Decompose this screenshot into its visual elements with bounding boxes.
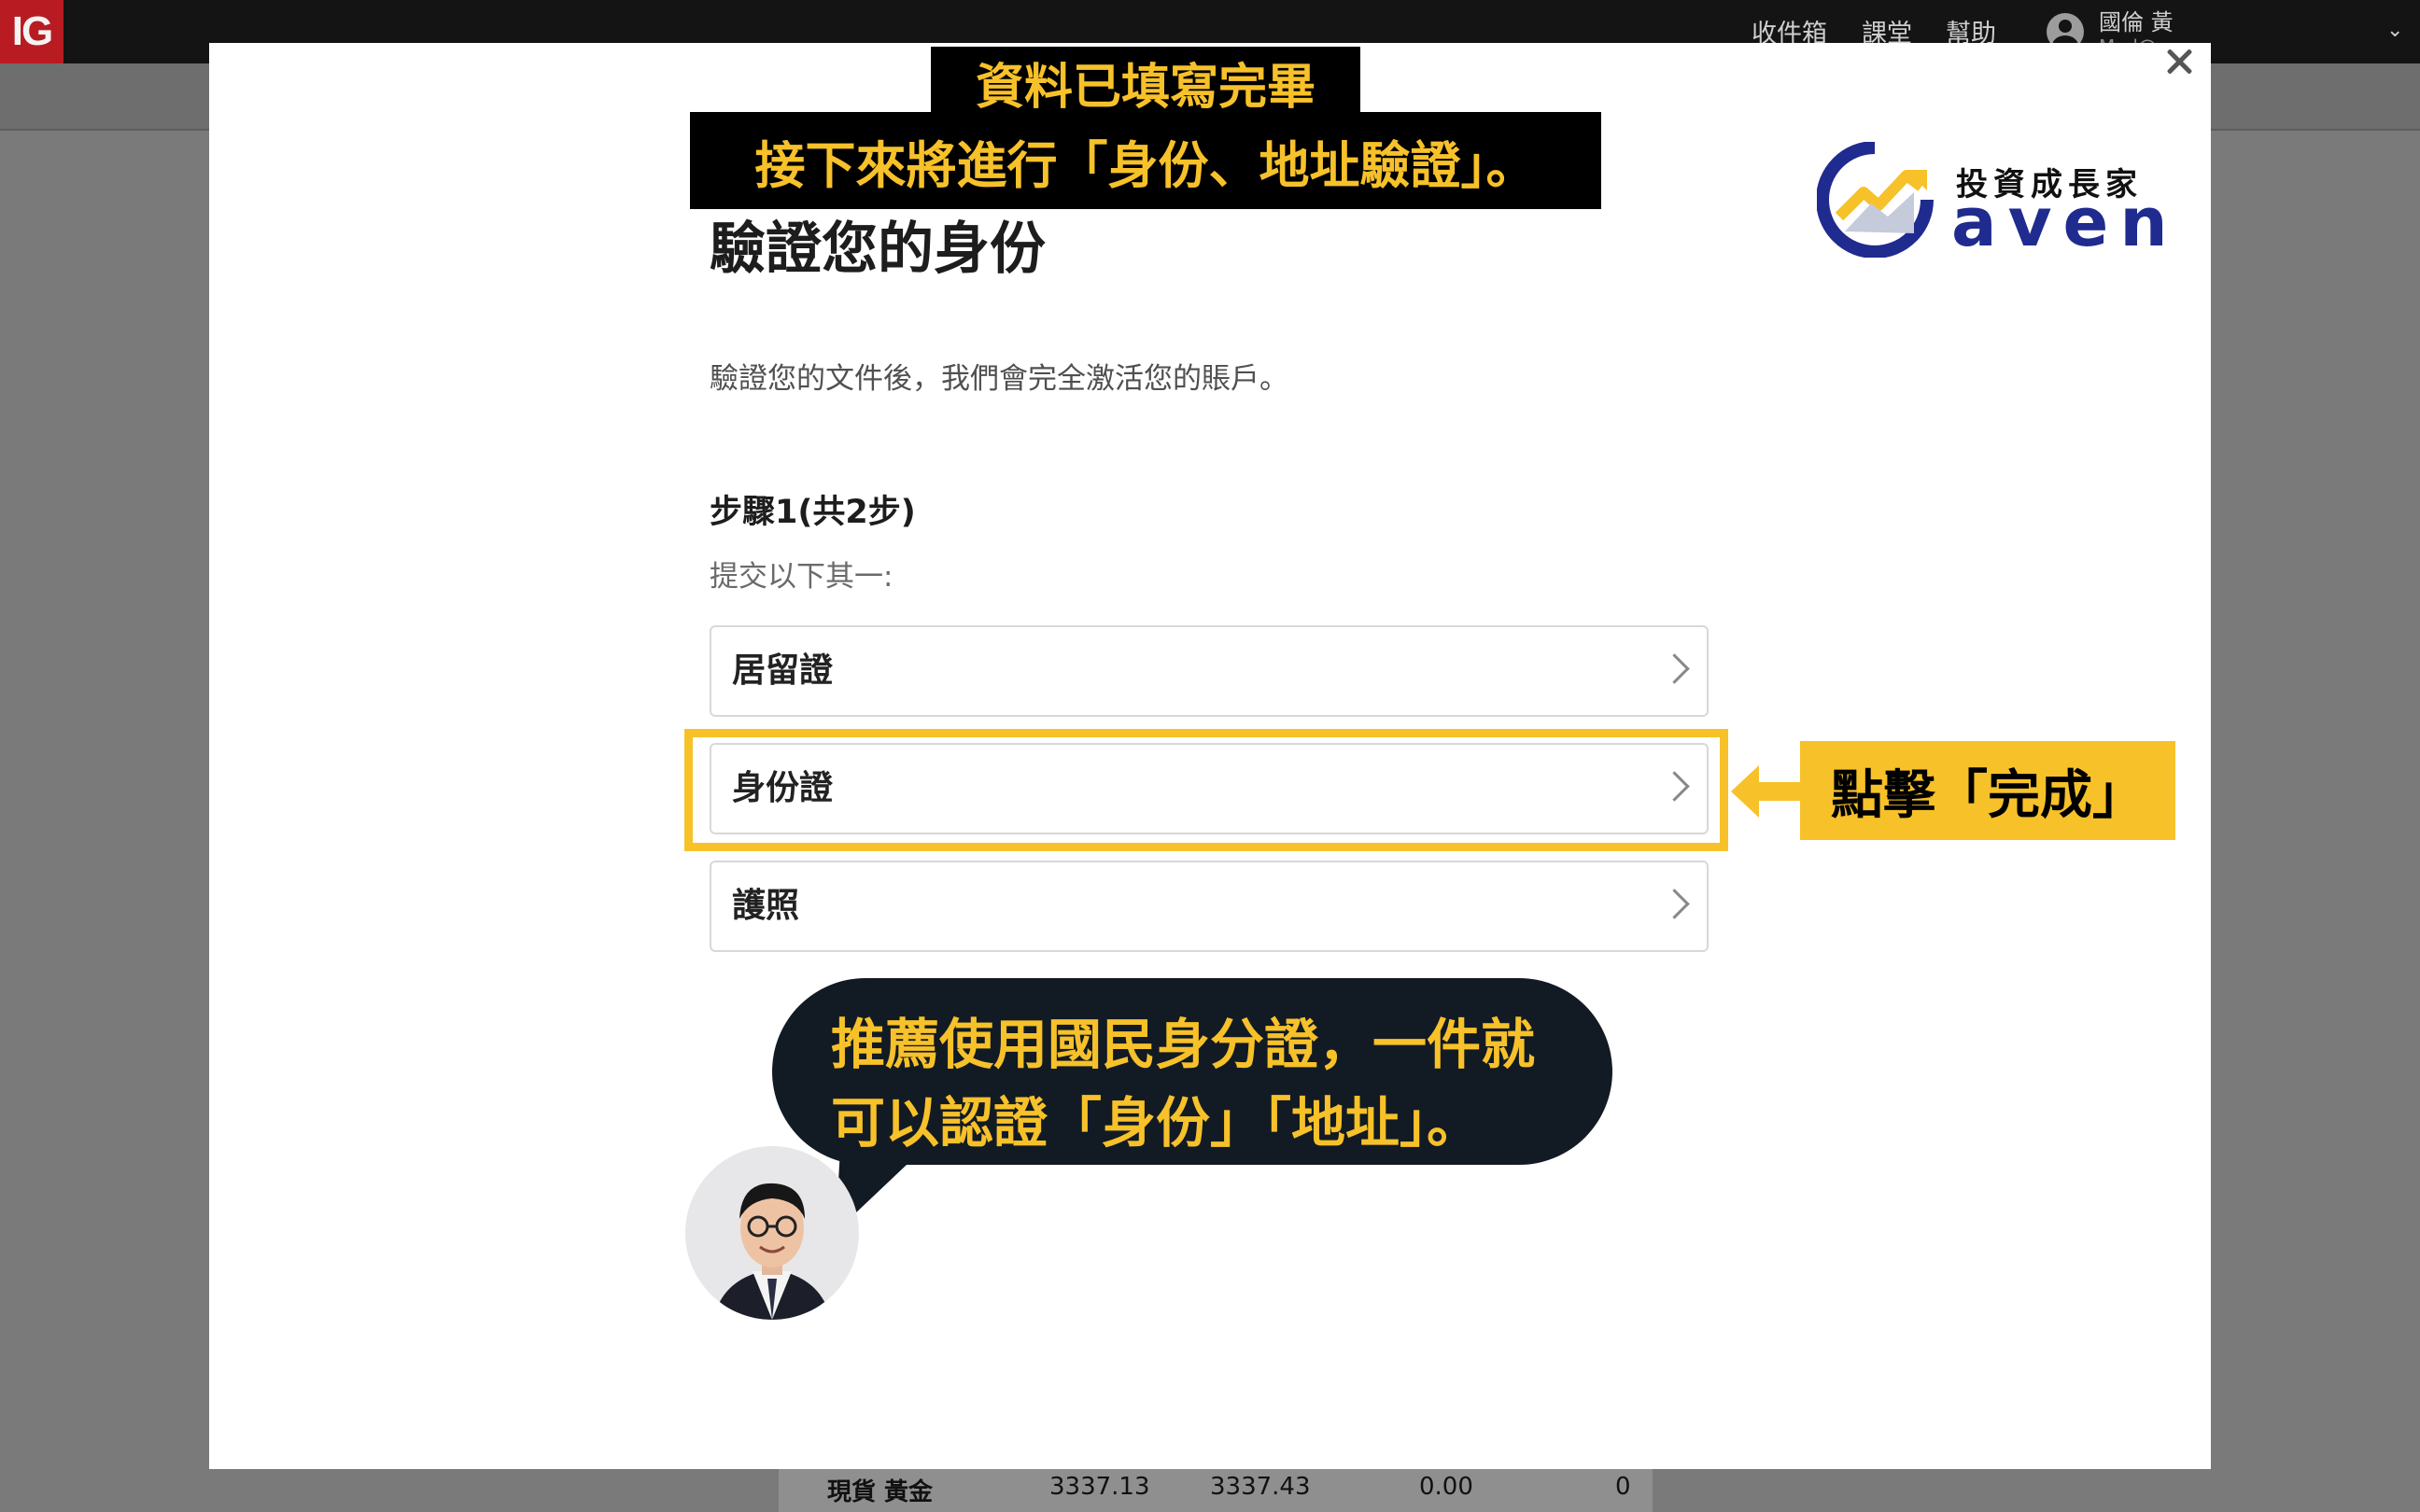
- highlight-box: [684, 729, 1728, 851]
- annotation-top-line1: 資料已填寫完畢: [931, 47, 1360, 118]
- quantity-value: 0: [1615, 1473, 1631, 1501]
- change-value: 0.00: [1419, 1473, 1473, 1501]
- ig-logo[interactable]: IG: [0, 0, 63, 63]
- brand-name-en: aven: [1951, 183, 2179, 261]
- option-passport[interactable]: 護照: [710, 861, 1709, 952]
- instruction: 提交以下其一:: [710, 560, 893, 594]
- buy-price: 3337.43: [1210, 1473, 1311, 1501]
- arrow-left-icon: [1731, 765, 1800, 818]
- page-title: 驗證您的身份: [710, 217, 1046, 282]
- user-name[interactable]: 國倫 黃: [2099, 4, 2174, 36]
- bubble-text-line1: 推薦使用國民身分證，一件就: [831, 1013, 1536, 1076]
- step-heading: 步驟1(共2步): [710, 494, 916, 531]
- chevron-down-icon[interactable]: ⌄: [2386, 19, 2403, 42]
- click-hint: 點擊「完成」: [1800, 741, 2175, 840]
- option-label: 居留證: [732, 651, 834, 690]
- close-icon[interactable]: [2166, 49, 2192, 75]
- option-residence-permit[interactable]: 居留證: [710, 625, 1709, 717]
- chevron-right-icon: [1659, 889, 1690, 919]
- chevron-right-icon: [1659, 653, 1690, 684]
- description: 驗證您的文件後，我們會完全激活您的賬戶。: [710, 362, 1288, 396]
- option-label: 護照: [732, 887, 800, 925]
- bubble-text-line2: 可以認證「身份」「地址」。: [831, 1091, 1482, 1155]
- sell-price: 3337.13: [1049, 1473, 1150, 1501]
- market-name: 現貨 黃金: [827, 1478, 934, 1506]
- table-row: 現貨 黃金 3337.13 3337.43 0.00 0: [779, 1467, 1653, 1512]
- annotation-top-line2: 接下來將進行「身份、地址驗證」。: [690, 112, 1601, 209]
- presenter-avatar: [685, 1146, 859, 1320]
